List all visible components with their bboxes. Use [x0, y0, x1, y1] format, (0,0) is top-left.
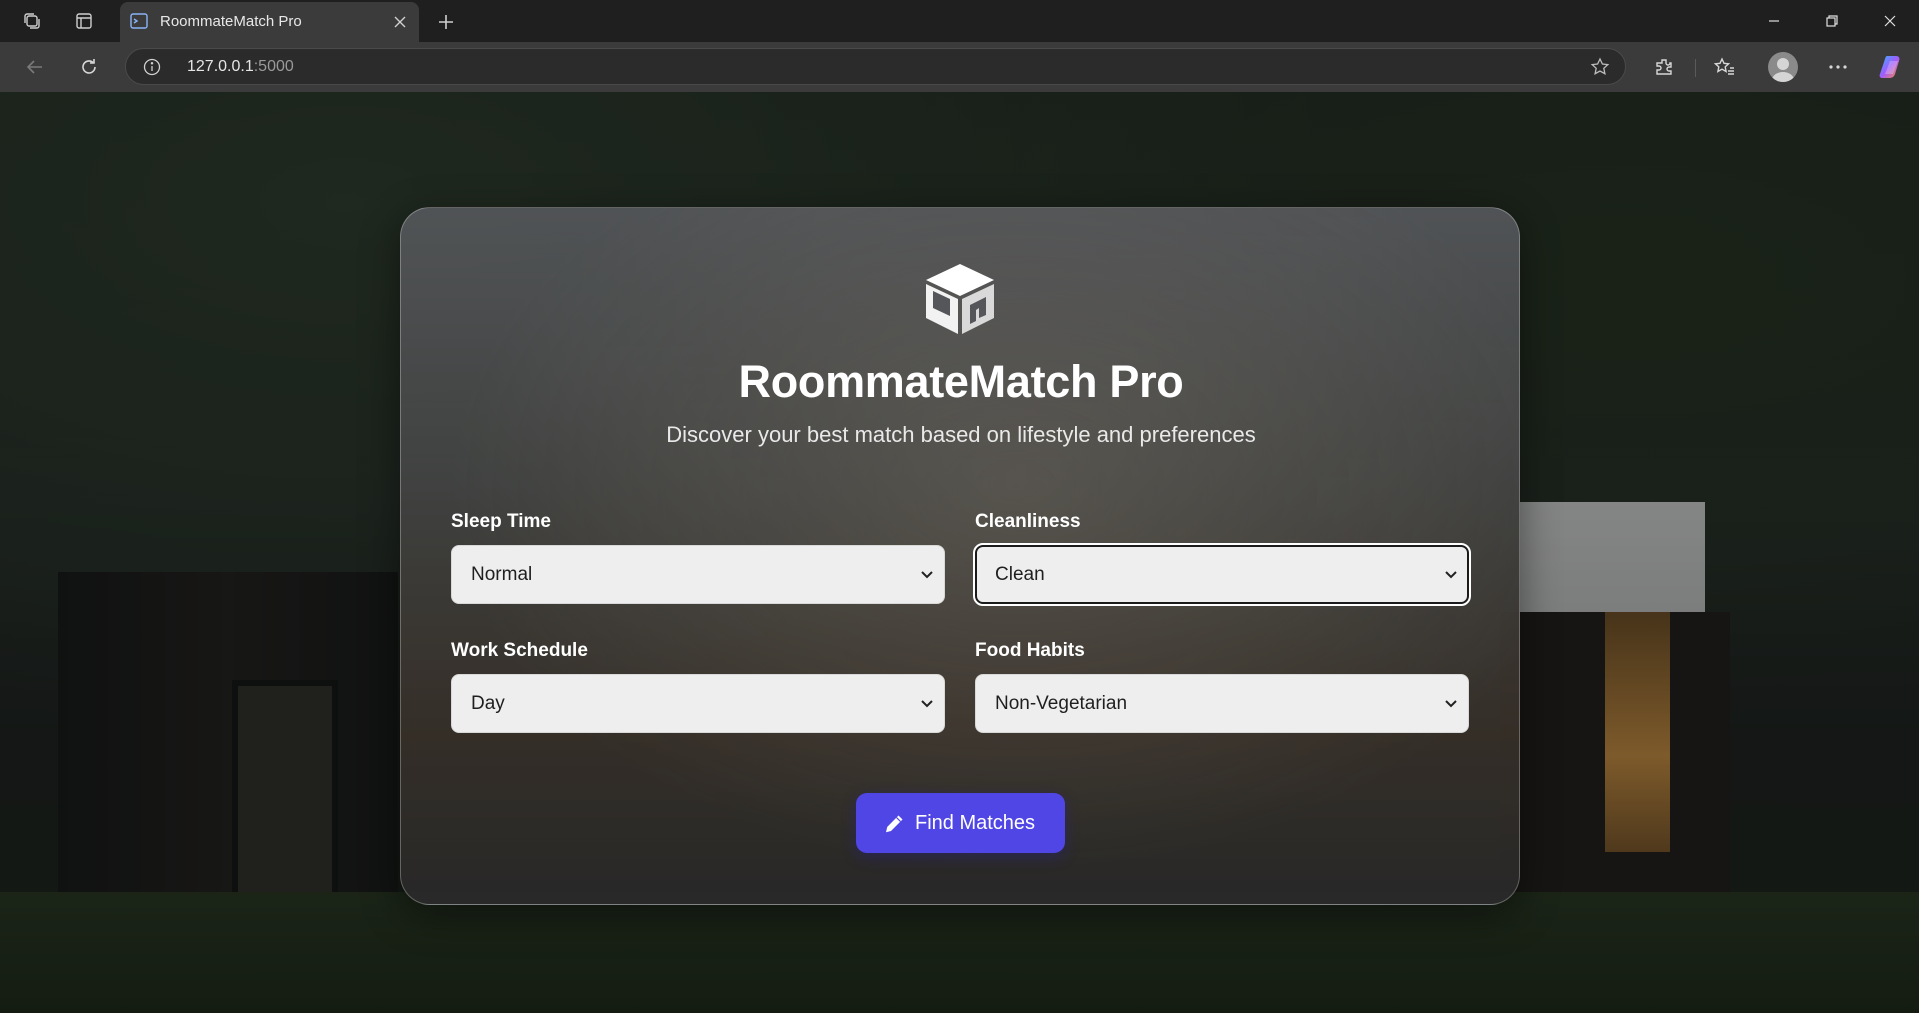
work-schedule-select[interactable]: Day [451, 674, 945, 733]
cleanliness-value: Clean [995, 564, 1045, 585]
tab-active[interactable]: RoommateMatch Pro [120, 2, 419, 42]
url-host: 127.0.0.1 [187, 58, 254, 75]
copilot-icon[interactable] [1878, 53, 1906, 81]
food-habits-value: Non-Vegetarian [995, 693, 1128, 714]
favorites-icon[interactable] [1708, 51, 1740, 83]
chevron-down-icon [1444, 568, 1458, 582]
pencil-icon [884, 813, 905, 834]
chevron-down-icon [1444, 697, 1458, 711]
browser-toolbar: 127.0.0.1:5000 [0, 42, 1919, 92]
page-viewport: RoommateMatch Pro Discover your best mat… [0, 92, 1919, 1013]
sleep-time-value: Normal [471, 564, 533, 585]
restore-icon[interactable] [1803, 0, 1861, 42]
close-icon[interactable] [389, 11, 411, 33]
sleep-time-select[interactable]: Normal [451, 545, 945, 604]
terminal-icon [130, 13, 148, 29]
work-schedule-label: Work Schedule [451, 640, 588, 661]
address-bar[interactable]: 127.0.0.1:5000 [125, 48, 1626, 85]
more-options-icon[interactable] [1822, 51, 1854, 83]
back-arrow-icon[interactable] [19, 51, 51, 83]
refresh-icon[interactable] [73, 51, 105, 83]
app-title: RoommateMatch Pro [738, 356, 1184, 407]
cube-logo-icon [922, 260, 998, 336]
match-form-card: RoommateMatch Pro Discover your best mat… [400, 207, 1520, 905]
site-info-icon[interactable] [142, 57, 162, 77]
favorite-star-icon[interactable] [1589, 56, 1611, 78]
tab-actions-icon[interactable] [68, 5, 100, 37]
cleanliness-label: Cleanliness [975, 511, 1081, 532]
food-habits-select[interactable]: Non-Vegetarian [975, 674, 1469, 733]
work-schedule-value: Day [471, 693, 505, 714]
workspaces-icon[interactable] [16, 5, 48, 37]
toolbar-divider [1695, 59, 1696, 77]
cleanliness-select[interactable]: Clean [973, 543, 1471, 606]
profile-avatar[interactable] [1768, 52, 1798, 82]
address-url: 127.0.0.1:5000 [187, 58, 294, 76]
window-close-icon[interactable] [1861, 0, 1919, 42]
chevron-down-icon [920, 697, 934, 711]
chevron-down-icon [920, 568, 934, 582]
sleep-time-label: Sleep Time [451, 511, 551, 532]
tab-title: RoommateMatch Pro [160, 13, 302, 30]
food-habits-label: Food Habits [975, 640, 1085, 661]
find-matches-label: Find Matches [915, 812, 1036, 834]
tab-strip: RoommateMatch Pro [0, 0, 1919, 42]
find-matches-button[interactable]: Find Matches [856, 793, 1065, 853]
app-subtitle: Discover your best match based on lifest… [666, 422, 1256, 447]
url-port: :5000 [253, 58, 294, 75]
new-tab-icon[interactable] [430, 6, 462, 38]
extensions-icon[interactable] [1648, 51, 1680, 83]
minimize-icon[interactable] [1745, 0, 1803, 42]
